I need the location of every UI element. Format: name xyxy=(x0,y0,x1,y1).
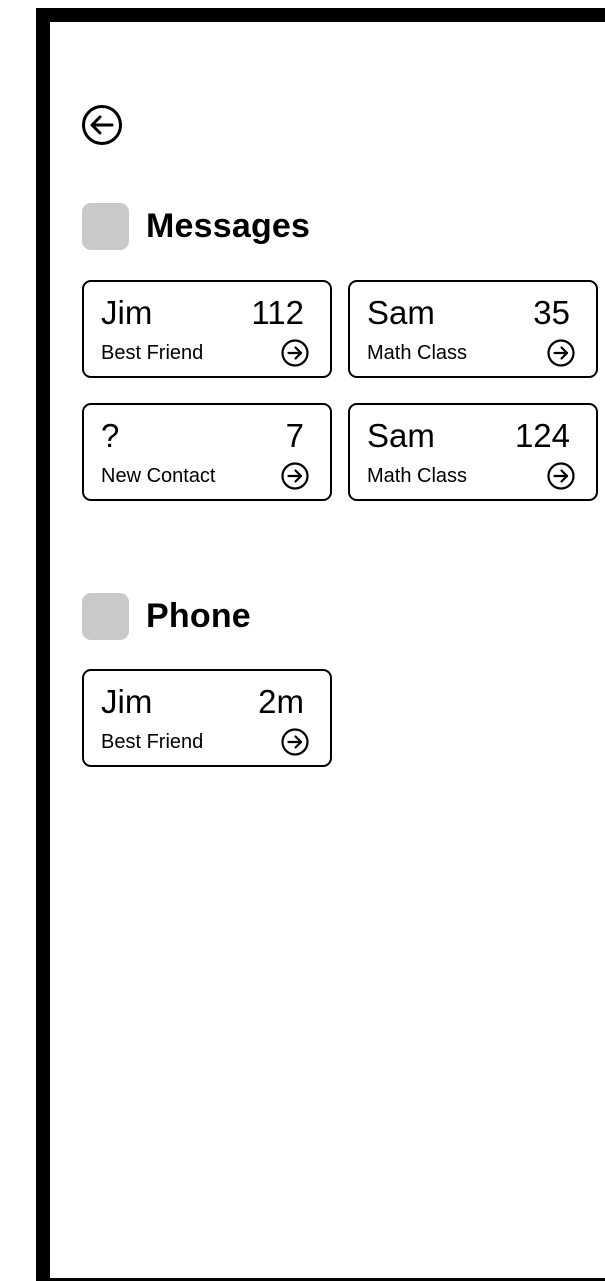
phone-app-icon xyxy=(82,592,129,640)
message-card-new-contact[interactable]: ? 7 New Contact xyxy=(82,403,332,501)
contact-subtitle: Math Class xyxy=(367,342,468,364)
message-count: 124 xyxy=(514,417,570,454)
contact-name: Jim xyxy=(101,683,153,720)
messages-section-header: Messages xyxy=(82,202,310,250)
contact-name: ? xyxy=(101,417,120,454)
back-button[interactable] xyxy=(81,104,123,146)
message-count: 112 xyxy=(251,294,304,331)
contact-subtitle: Best Friend xyxy=(101,731,204,753)
message-card-sam-2[interactable]: Sam 124 Math Class xyxy=(348,403,598,501)
messages-app-icon xyxy=(82,202,129,250)
contact-subtitle: New Contact xyxy=(101,465,216,487)
contact-subtitle: Best Friend xyxy=(101,342,204,364)
messages-section-title: Messages xyxy=(146,206,311,245)
phone-section-title: Phone xyxy=(146,596,251,635)
arrow-right-circle-icon[interactable] xyxy=(280,338,310,368)
arrow-left-circle-icon xyxy=(82,105,122,145)
arrow-right-circle-icon[interactable] xyxy=(280,461,310,491)
arrow-right-circle-icon[interactable] xyxy=(546,461,576,491)
device-frame xyxy=(36,8,605,1281)
contact-name: Sam xyxy=(367,294,435,331)
message-card-jim[interactable]: Jim 112 Best Friend xyxy=(82,280,332,378)
arrow-right-circle-icon[interactable] xyxy=(280,727,310,757)
contact-name: Sam xyxy=(367,417,435,454)
call-card-jim[interactable]: Jim 2m Best Friend xyxy=(82,669,332,767)
message-count: 35 xyxy=(533,294,570,331)
call-duration: 2m xyxy=(258,683,304,720)
arrow-right-circle-icon[interactable] xyxy=(546,338,576,368)
message-count: 7 xyxy=(285,417,304,454)
phone-section-header: Phone xyxy=(82,592,251,640)
contact-name: Jim xyxy=(101,294,153,331)
message-card-sam[interactable]: Sam 35 Math Class xyxy=(348,280,598,378)
contact-subtitle: Math Class xyxy=(367,465,468,487)
